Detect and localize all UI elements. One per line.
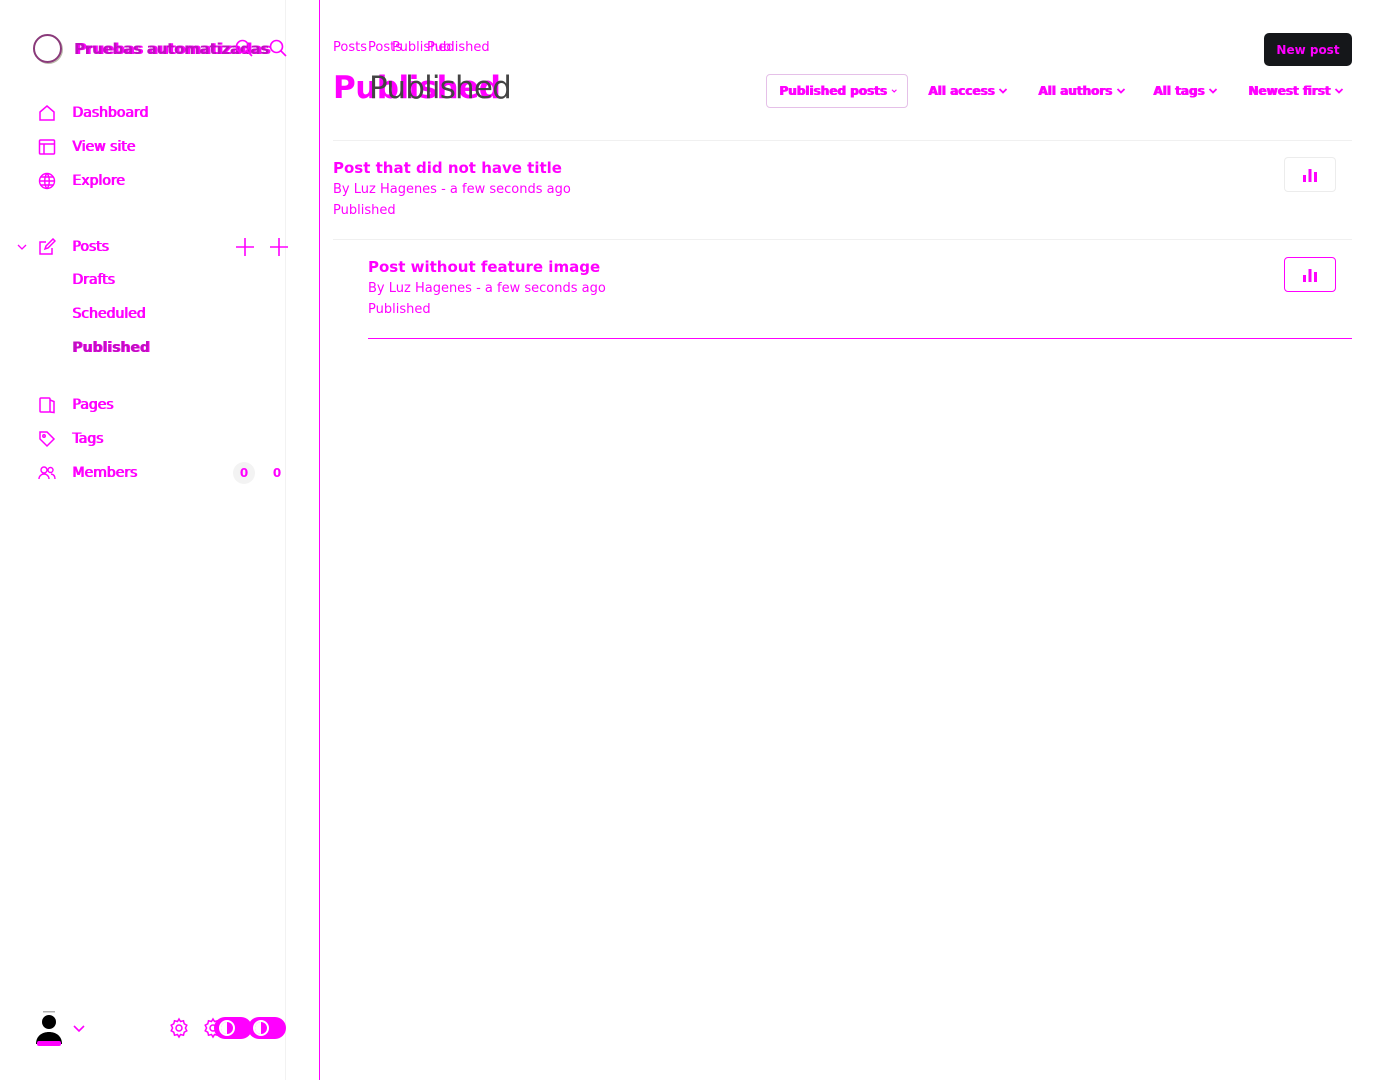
tag-icon [39, 431, 56, 448]
nav-dashboard-label: Dashboard [72, 105, 148, 121]
moon-icon [219, 1020, 235, 1036]
add-post-icon[interactable] [234, 236, 256, 258]
add-post-icon[interactable] [268, 236, 290, 258]
moon-icon [253, 1020, 269, 1036]
globe-icon [38, 172, 56, 190]
post-status: Published [368, 302, 431, 317]
filter-tags-label: All tags [1153, 84, 1205, 98]
gear-icon[interactable] [168, 1017, 190, 1039]
home-icon [39, 105, 55, 121]
chevron-down-icon [1209, 88, 1218, 94]
breadcrumb-posts[interactable]: Posts [333, 40, 367, 55]
nav-view-site[interactable]: View site [38, 136, 135, 158]
members-count: 0 [272, 466, 282, 480]
nav-members-label: Members [72, 465, 137, 481]
dark-mode-toggle[interactable] [214, 1017, 252, 1039]
members-count-badge: 0 [233, 462, 255, 484]
post-meta: By Luz Hagenes - a few seconds ago [333, 182, 571, 197]
filter-access[interactable]: All access [928, 74, 1008, 108]
nav-dashboard[interactable]: Dashboard [38, 102, 148, 124]
list-divider [333, 239, 1352, 240]
nav-published[interactable]: Published [72, 340, 150, 356]
nav-members[interactable]: Members [38, 462, 137, 484]
filter-tags[interactable]: All tags [1153, 74, 1218, 108]
post-analytics-button[interactable] [1284, 257, 1336, 292]
dark-mode-toggle[interactable] [248, 1017, 286, 1039]
chevron-down-icon[interactable] [16, 241, 28, 253]
nav-pages-label: Pages [72, 397, 114, 413]
breadcrumb-current: Published [427, 40, 490, 55]
chevron-down-icon[interactable] [72, 1021, 86, 1035]
nav-drafts[interactable]: Drafts [72, 272, 115, 288]
post-analytics-button[interactable] [1284, 157, 1336, 192]
page-title: Published [369, 70, 512, 106]
chevron-down-icon [1335, 88, 1344, 94]
nav-posts[interactable]: Posts [38, 236, 109, 258]
bar-chart-icon [1303, 268, 1317, 282]
post-status: Published [333, 203, 396, 218]
filter-post-type-label: Published posts [779, 84, 887, 98]
chevron-down-icon [1116, 88, 1126, 94]
search-icon[interactable] [234, 38, 254, 58]
nav-posts-label: Posts [72, 239, 109, 255]
nav-pages[interactable]: Pages [38, 394, 113, 416]
layout-icon [38, 139, 56, 155]
chevron-down-icon [999, 88, 1008, 94]
post-meta: By Luz Hagenes - a few seconds ago [368, 281, 606, 296]
user-avatar-icon[interactable] [34, 1010, 64, 1046]
filter-order[interactable]: Newest first [1248, 74, 1344, 108]
list-divider [368, 338, 1352, 339]
nav-scheduled[interactable]: Scheduled [72, 306, 145, 322]
bar-chart-icon [1303, 168, 1317, 182]
site-logo [33, 34, 62, 63]
pages-icon [39, 397, 55, 414]
new-post-button[interactable]: New post [1264, 33, 1352, 66]
nav-tags[interactable]: Tags [38, 428, 103, 450]
edit-icon [39, 238, 56, 255]
filter-order-label: Newest first [1248, 84, 1331, 98]
filter-post-type[interactable]: Published posts [766, 74, 908, 108]
nav-explore-label: Explore [72, 173, 125, 189]
nav-view-site-label: View site [72, 139, 135, 155]
overlay-divider [319, 0, 320, 1080]
search-icon[interactable] [268, 38, 288, 58]
sidebar: Pruebas automatizadas Dashboard View sit… [0, 0, 288, 1080]
list-divider [333, 140, 1352, 141]
filter-access-label: All access [928, 84, 995, 98]
filter-authors[interactable]: All authors [1038, 74, 1126, 108]
nav-tags-label: Tags [72, 431, 103, 447]
chevron-down-icon [891, 89, 897, 93]
nav-explore[interactable]: Explore [38, 170, 125, 192]
members-icon [38, 466, 56, 480]
post-title[interactable]: Post without feature image [368, 258, 600, 276]
post-title[interactable]: Post that did not have title [333, 159, 562, 177]
filter-authors-label: All authors [1038, 84, 1112, 98]
